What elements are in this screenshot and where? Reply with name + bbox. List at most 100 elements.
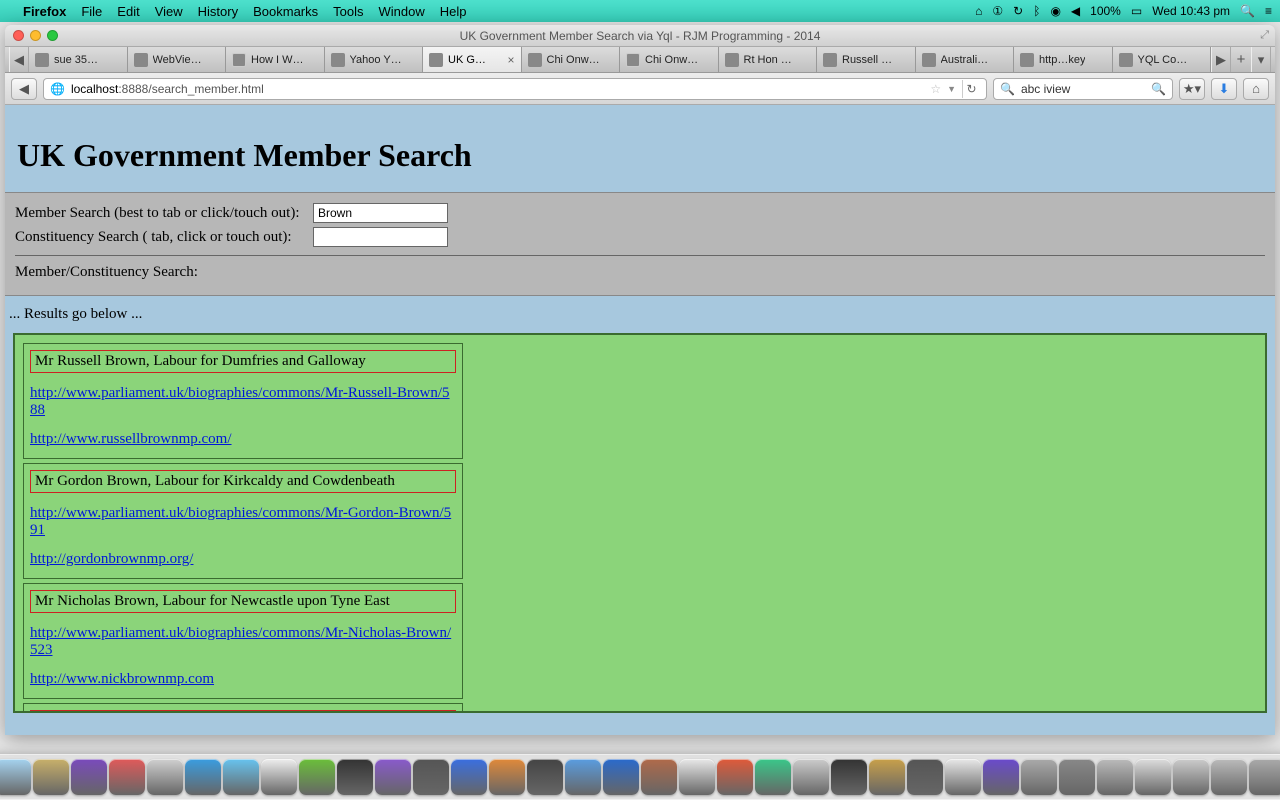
tab-label: http…key [1039, 54, 1085, 66]
dock-app[interactable] [717, 759, 753, 795]
search-box[interactable]: 🔍 abc iview 🔍 [993, 78, 1173, 100]
dock-app[interactable] [375, 759, 411, 795]
dock-app[interactable] [679, 759, 715, 795]
browser-tab[interactable]: How I W… [226, 47, 325, 72]
spotlight-icon[interactable]: 🔍 [1240, 4, 1255, 18]
dock-app[interactable] [413, 759, 449, 795]
wifi-icon[interactable]: ◉ [1050, 4, 1060, 18]
dock-app[interactable] [261, 759, 297, 795]
downloads-button[interactable]: ⬇ [1211, 78, 1237, 100]
menu-bookmarks[interactable]: Bookmarks [253, 4, 318, 19]
dock-app[interactable] [1135, 759, 1171, 795]
search-go-icon[interactable]: 🔍 [1151, 82, 1166, 96]
browser-tab[interactable]: UK G…× [423, 47, 522, 72]
dock-app[interactable] [1211, 759, 1247, 795]
app-name[interactable]: Firefox [23, 4, 66, 19]
tab-scroll-left[interactable]: ◀ [9, 47, 29, 72]
dock-app[interactable] [185, 759, 221, 795]
dropbox-icon[interactable]: ⌂ [975, 4, 982, 18]
dock-app[interactable] [0, 759, 31, 795]
dock-app[interactable] [641, 759, 677, 795]
volume-icon[interactable]: ◀ [1071, 4, 1080, 18]
dock-app[interactable] [793, 759, 829, 795]
fullscreen-icon[interactable]: ⤢ [1260, 29, 1269, 42]
dock-app[interactable] [451, 759, 487, 795]
clock[interactable]: Wed 10:43 pm [1152, 4, 1230, 18]
home-button[interactable]: ⌂ [1243, 78, 1269, 100]
browser-tab[interactable]: Rt Hon … [719, 47, 818, 72]
menu-help[interactable]: Help [440, 4, 467, 19]
dock-app[interactable] [109, 759, 145, 795]
browser-tab[interactable]: Chi Onw… [522, 47, 621, 72]
browser-tab[interactable]: YQL Co… [1113, 47, 1212, 72]
result-link[interactable]: http://www.parliament.uk/biographies/com… [30, 625, 456, 659]
battery-icon[interactable]: ▭ [1131, 4, 1142, 18]
timemachine-icon[interactable]: ↻ [1013, 4, 1023, 18]
browser-tab[interactable]: sue 35… [29, 47, 128, 72]
url-text: localhost:8888/search_member.html [71, 82, 924, 96]
dock-app[interactable] [603, 759, 639, 795]
result-link[interactable]: http://gordonbrownmp.org/ [30, 551, 456, 568]
menu-file[interactable]: File [81, 4, 102, 19]
dock-app[interactable] [71, 759, 107, 795]
accessibility-icon[interactable]: ① [992, 4, 1003, 18]
tab-list-dropdown[interactable]: ▾ [1251, 47, 1271, 72]
close-tab-icon[interactable]: × [507, 53, 514, 67]
dock-app[interactable] [755, 759, 791, 795]
notification-center-icon[interactable]: ≡ [1265, 4, 1272, 18]
back-button[interactable]: ◀ [11, 78, 37, 100]
tab-scroll-right[interactable]: ▶ [1211, 47, 1231, 72]
result-link[interactable]: http://www.parliament.uk/biographies/com… [30, 385, 456, 419]
bookmark-star-icon[interactable]: ☆ [930, 82, 941, 96]
browser-tab[interactable]: Australi… [916, 47, 1015, 72]
menu-history[interactable]: History [198, 4, 238, 19]
dock-app[interactable] [565, 759, 601, 795]
dock-app[interactable] [1059, 759, 1095, 795]
dock-app[interactable] [489, 759, 525, 795]
reload-icon[interactable]: ↻ [962, 80, 980, 98]
dock-app[interactable] [945, 759, 981, 795]
dock-app[interactable] [1021, 759, 1057, 795]
address-bar[interactable]: 🌐 localhost:8888/search_member.html ☆ ▼ … [43, 78, 987, 100]
result-link[interactable]: http://www.russellbrownmp.com/ [30, 431, 456, 448]
zoom-window-button[interactable] [47, 30, 58, 41]
url-toolbar: ◀ 🌐 localhost:8888/search_member.html ☆ … [5, 73, 1275, 105]
browser-tab[interactable]: Chi Onw… [620, 47, 719, 72]
result-link[interactable]: http://www.nickbrownmp.com [30, 671, 456, 688]
browser-tab[interactable]: WebVie… [128, 47, 227, 72]
dock-app[interactable] [869, 759, 905, 795]
menu-edit[interactable]: Edit [117, 4, 139, 19]
battery-percent[interactable]: 100% [1090, 4, 1121, 18]
dock-app[interactable] [223, 759, 259, 795]
dock-app[interactable] [1249, 759, 1280, 795]
dock-app[interactable] [1097, 759, 1133, 795]
url-history-dropdown-icon[interactable]: ▼ [947, 84, 956, 94]
browser-tab[interactable]: http…key [1014, 47, 1113, 72]
dock-app[interactable] [33, 759, 69, 795]
site-identity-icon[interactable]: 🌐 [50, 82, 65, 96]
member-search-input[interactable] [313, 203, 448, 223]
search-engine-icon[interactable]: 🔍 [1000, 82, 1015, 96]
new-tab-button[interactable]: + [1231, 47, 1251, 72]
dock-app[interactable] [147, 759, 183, 795]
dock-app[interactable] [1173, 759, 1209, 795]
menu-view[interactable]: View [155, 4, 183, 19]
dock-app[interactable] [907, 759, 943, 795]
result-card: Mr Gordon Brown, Labour for Kirkcaldy an… [23, 463, 463, 579]
menu-window[interactable]: Window [379, 4, 425, 19]
bookmarks-button[interactable]: ★▾ [1179, 78, 1205, 100]
bluetooth-icon[interactable]: ᛒ [1033, 4, 1040, 18]
minimize-window-button[interactable] [30, 30, 41, 41]
browser-tab[interactable]: Yahoo Y… [325, 47, 424, 72]
dock-app[interactable] [831, 759, 867, 795]
close-window-button[interactable] [13, 30, 24, 41]
menu-tools[interactable]: Tools [333, 4, 363, 19]
dock-app[interactable] [337, 759, 373, 795]
window-titlebar[interactable]: UK Government Member Search via Yql - RJ… [5, 25, 1275, 47]
dock-app[interactable] [527, 759, 563, 795]
dock-app[interactable] [983, 759, 1019, 795]
dock-app[interactable] [299, 759, 335, 795]
browser-tab[interactable]: Russell … [817, 47, 916, 72]
result-link[interactable]: http://www.parliament.uk/biographies/com… [30, 505, 456, 539]
constituency-search-input[interactable] [313, 227, 448, 247]
